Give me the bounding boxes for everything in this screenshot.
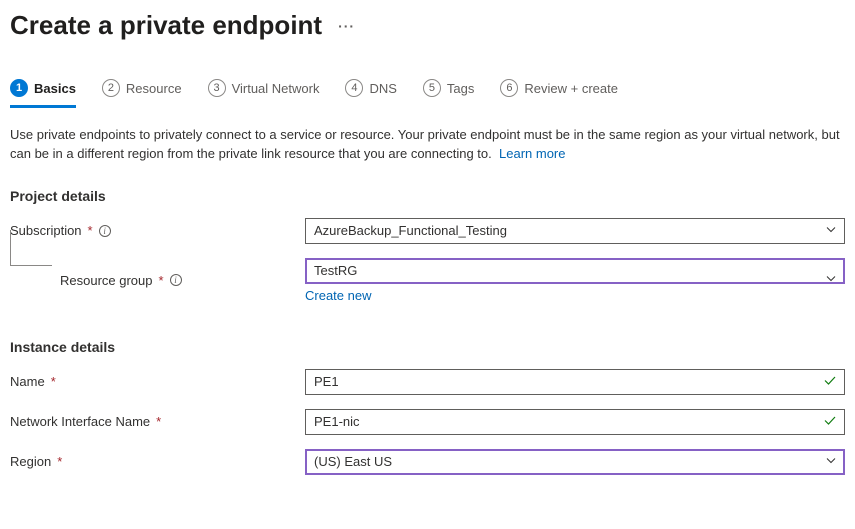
- indent-connector: [10, 230, 52, 266]
- tab-resource[interactable]: 2 Resource: [102, 79, 182, 108]
- resource-group-select[interactable]: TestRG: [305, 258, 845, 284]
- step-badge: 6: [500, 79, 518, 97]
- tab-virtual-network[interactable]: 3 Virtual Network: [208, 79, 320, 108]
- step-badge: 2: [102, 79, 120, 97]
- name-input[interactable]: PE1: [305, 369, 845, 395]
- required-indicator: *: [159, 273, 164, 288]
- tab-label: Resource: [126, 81, 182, 96]
- tab-label: Review + create: [524, 81, 618, 96]
- tab-label: Virtual Network: [232, 81, 320, 96]
- more-icon[interactable]: ···: [338, 18, 355, 34]
- step-badge: 5: [423, 79, 441, 97]
- step-badge: 3: [208, 79, 226, 97]
- tab-label: Basics: [34, 81, 76, 96]
- tab-basics[interactable]: 1 Basics: [10, 79, 76, 108]
- tab-dns[interactable]: 4 DNS: [345, 79, 396, 108]
- wizard-tabs: 1 Basics 2 Resource 3 Virtual Network 4 …: [10, 79, 845, 108]
- step-badge: 4: [345, 79, 363, 97]
- subscription-value: AzureBackup_Functional_Testing: [314, 223, 507, 238]
- step-badge: 1: [10, 79, 28, 97]
- description-text: Use private endpoints to privately conne…: [10, 126, 840, 164]
- learn-more-link[interactable]: Learn more: [499, 146, 565, 161]
- info-icon[interactable]: i: [170, 274, 182, 286]
- resource-group-label: Resource group: [60, 273, 153, 288]
- region-value: (US) East US: [314, 454, 392, 469]
- create-new-link[interactable]: Create new: [305, 288, 845, 303]
- tab-tags[interactable]: 5 Tags: [423, 79, 474, 108]
- project-details-heading: Project details: [10, 188, 845, 204]
- subscription-select[interactable]: AzureBackup_Functional_Testing: [305, 218, 845, 244]
- resource-group-value: TestRG: [314, 263, 357, 278]
- tab-label: DNS: [369, 81, 396, 96]
- nic-name-input[interactable]: PE1-nic: [305, 409, 845, 435]
- instance-details-heading: Instance details: [10, 339, 845, 355]
- required-indicator: *: [88, 223, 93, 238]
- name-value: PE1: [314, 374, 339, 389]
- required-indicator: *: [57, 454, 62, 469]
- tab-review-create[interactable]: 6 Review + create: [500, 79, 618, 108]
- name-label: Name: [10, 374, 45, 389]
- description-body: Use private endpoints to privately conne…: [10, 127, 840, 161]
- region-label: Region: [10, 454, 51, 469]
- tab-label: Tags: [447, 81, 474, 96]
- nic-name-label: Network Interface Name: [10, 414, 150, 429]
- required-indicator: *: [156, 414, 161, 429]
- region-select[interactable]: (US) East US: [305, 449, 845, 475]
- info-icon[interactable]: i: [99, 225, 111, 237]
- nic-name-value: PE1-nic: [314, 414, 360, 429]
- page-title: Create a private endpoint: [10, 10, 322, 41]
- required-indicator: *: [51, 374, 56, 389]
